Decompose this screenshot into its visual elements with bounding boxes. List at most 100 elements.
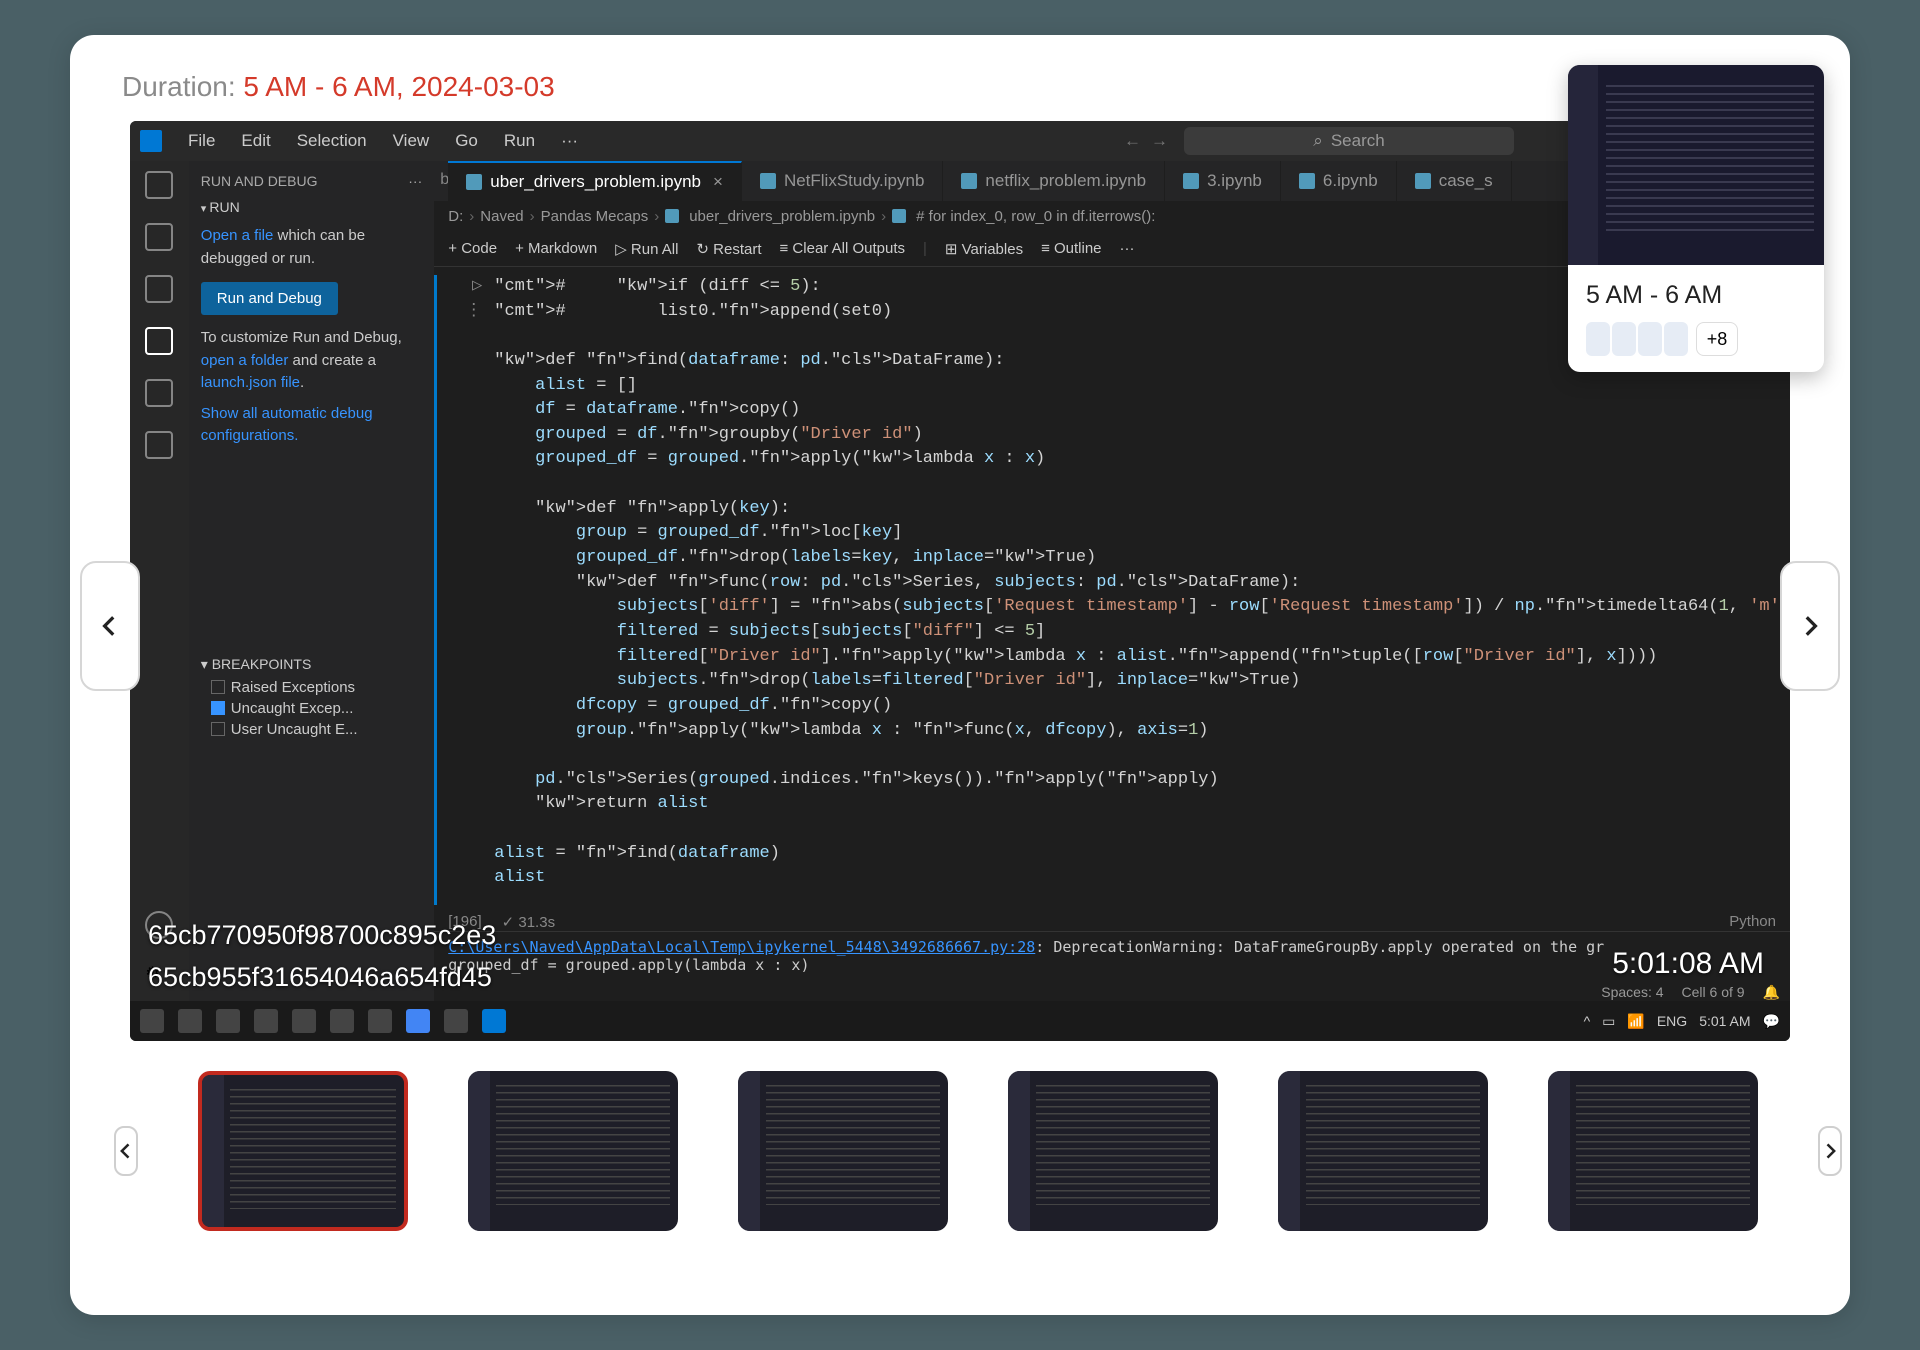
menu-selection[interactable]: Selection bbox=[287, 127, 377, 155]
extensions-icon[interactable] bbox=[145, 379, 173, 407]
tray-lang[interactable]: ENG bbox=[1657, 1013, 1687, 1029]
thumbnail[interactable] bbox=[1008, 1071, 1218, 1231]
taskbar-app-4[interactable] bbox=[292, 1009, 316, 1033]
editor-tab[interactable]: case_s bbox=[1397, 161, 1512, 201]
breadcrumb-item[interactable]: Naved bbox=[480, 208, 523, 225]
open-folder-link[interactable]: open a folder bbox=[201, 352, 289, 369]
menu-view[interactable]: View bbox=[383, 127, 440, 155]
thumb-next-button[interactable] bbox=[1818, 1126, 1842, 1176]
breadcrumb-item[interactable]: # for index_0, row_0 in df.iterrows(): bbox=[916, 208, 1155, 225]
battery-icon[interactable]: ▭ bbox=[1602, 1013, 1615, 1030]
nav-forward-icon[interactable]: → bbox=[1151, 131, 1168, 151]
close-icon[interactable]: × bbox=[713, 172, 723, 192]
avatar-3[interactable] bbox=[1638, 322, 1662, 356]
notebook-tool[interactable]: ≡ Outline bbox=[1041, 240, 1101, 257]
test-icon[interactable] bbox=[145, 431, 173, 459]
taskbar-app-8[interactable] bbox=[444, 1009, 468, 1033]
run-section-header[interactable]: RUN bbox=[201, 193, 422, 221]
command-center-search[interactable]: ⌕ Search bbox=[1184, 127, 1514, 155]
notebook-tool[interactable]: ≡ Clear All Outputs bbox=[780, 240, 905, 257]
taskbar-app-6[interactable] bbox=[368, 1009, 392, 1033]
time-bucket-popup[interactable]: 5 AM - 6 AM +8 bbox=[1568, 65, 1824, 372]
notebook-tool[interactable]: ⊞ Variables bbox=[945, 240, 1023, 258]
show-auto-configs-link[interactable]: Show all automatic debug configurations. bbox=[201, 399, 422, 452]
editor-tab[interactable]: 6.ipynb bbox=[1281, 161, 1397, 201]
avatar-2[interactable] bbox=[1612, 322, 1636, 356]
thumbnail-strip bbox=[70, 1041, 1850, 1261]
notebook-tool[interactable]: + Markdown bbox=[515, 240, 597, 257]
tray-chevron-icon[interactable]: ^ bbox=[1584, 1013, 1591, 1029]
notification-icon[interactable]: 💬 bbox=[1763, 1013, 1780, 1030]
menu-run[interactable]: Run bbox=[494, 127, 545, 155]
menu-edit[interactable]: Edit bbox=[231, 127, 280, 155]
notebook-tool: | bbox=[923, 240, 927, 257]
checkbox-icon[interactable] bbox=[211, 722, 225, 736]
notebook-tool[interactable]: ▷ Run All bbox=[615, 240, 678, 258]
thumbnail[interactable] bbox=[738, 1071, 948, 1231]
tray-time[interactable]: 5:01 AM bbox=[1699, 1013, 1750, 1029]
popup-body: 5 AM - 6 AM +8 bbox=[1568, 265, 1824, 372]
taskbar-app-2[interactable] bbox=[216, 1009, 240, 1033]
chrome-icon[interactable] bbox=[406, 1009, 430, 1033]
vscode-taskbar-icon[interactable] bbox=[482, 1009, 506, 1033]
cell-lang[interactable]: Python bbox=[1729, 913, 1776, 931]
editor-tab[interactable]: uber_drivers_problem.ipynb× bbox=[448, 161, 742, 201]
open-file-link[interactable]: Open a file bbox=[201, 227, 274, 244]
menu-more[interactable]: ··· bbox=[551, 127, 588, 155]
breakpoint-item[interactable]: Uncaught Excep... bbox=[201, 698, 422, 719]
thumbnail[interactable] bbox=[1548, 1071, 1758, 1231]
taskbar-app-1[interactable] bbox=[178, 1009, 202, 1033]
tab-label: 6.ipynb bbox=[1323, 171, 1378, 191]
taskbar-app-3[interactable] bbox=[254, 1009, 278, 1033]
thumbnail[interactable] bbox=[468, 1071, 678, 1231]
status-spaces[interactable]: Spaces: 4 bbox=[1601, 984, 1663, 1001]
terminal-path[interactable]: C:\Users\Naved\AppData\Local\Temp\ipyker… bbox=[448, 938, 1035, 956]
file-icon bbox=[1299, 173, 1315, 189]
tab-label: 3.ipynb bbox=[1207, 171, 1262, 191]
cell-gutter[interactable]: ▷⋮ bbox=[434, 275, 494, 905]
main-prev-button[interactable] bbox=[80, 561, 140, 691]
avatar-4[interactable] bbox=[1664, 322, 1688, 356]
popup-more-count[interactable]: +8 bbox=[1696, 322, 1738, 356]
menu-go[interactable]: Go bbox=[445, 127, 488, 155]
avatar-1[interactable] bbox=[1586, 322, 1610, 356]
search-activity-icon[interactable] bbox=[145, 223, 173, 251]
checkbox-icon[interactable] bbox=[211, 680, 225, 694]
breakpoints-list: Raised ExceptionsUncaught Excep... User U… bbox=[201, 677, 422, 740]
editor-tab[interactable]: 3.ipynb bbox=[1165, 161, 1281, 201]
source-control-icon[interactable] bbox=[145, 275, 173, 303]
editor-tab[interactable]: netflix_problem.ipynb bbox=[943, 161, 1165, 201]
taskbar-app-5[interactable] bbox=[330, 1009, 354, 1033]
breadcrumb-item[interactable]: D: bbox=[448, 208, 463, 225]
breakpoint-label: User Uncaught E... bbox=[231, 721, 358, 738]
sidebar-more-icon[interactable]: ··· bbox=[408, 173, 422, 189]
thumbnail[interactable] bbox=[1278, 1071, 1488, 1231]
breakpoints-header[interactable]: BREAKPOINTS bbox=[201, 652, 422, 677]
wifi-icon[interactable]: 📶 bbox=[1627, 1013, 1644, 1030]
terminal-line2: grouped_df = grouped.apply(lambda x : x) bbox=[448, 956, 1776, 974]
breakpoint-item[interactable]: User Uncaught E... bbox=[201, 719, 422, 740]
menu-file[interactable]: File bbox=[178, 127, 225, 155]
breakpoint-item[interactable]: Raised Exceptions bbox=[201, 677, 422, 698]
run-debug-icon[interactable] bbox=[145, 327, 173, 355]
editor-tab[interactable]: NetFlixStudy.ipynb bbox=[742, 161, 943, 201]
thumb-prev-button[interactable] bbox=[114, 1126, 138, 1176]
run-and-debug-button[interactable]: Run and Debug bbox=[201, 282, 338, 315]
terminal-output[interactable]: C:\Users\Naved\AppData\Local\Temp\ipyker… bbox=[434, 931, 1790, 1001]
breadcrumb-item[interactable]: uber_drivers_problem.ipynb bbox=[689, 208, 875, 225]
explorer-icon[interactable] bbox=[145, 171, 173, 199]
thumbnail[interactable] bbox=[198, 1071, 408, 1231]
file-icon bbox=[1415, 173, 1431, 189]
checkbox-icon[interactable] bbox=[211, 701, 225, 715]
notebook-tool[interactable]: ··· bbox=[1120, 240, 1135, 257]
main-next-button[interactable] bbox=[1780, 561, 1840, 691]
status-bell-icon[interactable]: 🔔 bbox=[1763, 984, 1780, 1001]
status-cell[interactable]: Cell 6 of 9 bbox=[1682, 984, 1745, 1001]
launch-json-link[interactable]: launch.json file bbox=[201, 374, 300, 391]
breadcrumb-item[interactable]: Pandas Mecaps bbox=[541, 208, 649, 225]
notebook-tool[interactable]: ↻ Restart bbox=[696, 240, 761, 258]
nav-back-icon[interactable]: ← bbox=[1124, 131, 1141, 151]
notebook-tool[interactable]: + Code bbox=[448, 240, 497, 257]
windows-start-icon[interactable] bbox=[140, 1009, 164, 1033]
open-file-text: Open a file which can be debugged or run… bbox=[201, 221, 422, 274]
